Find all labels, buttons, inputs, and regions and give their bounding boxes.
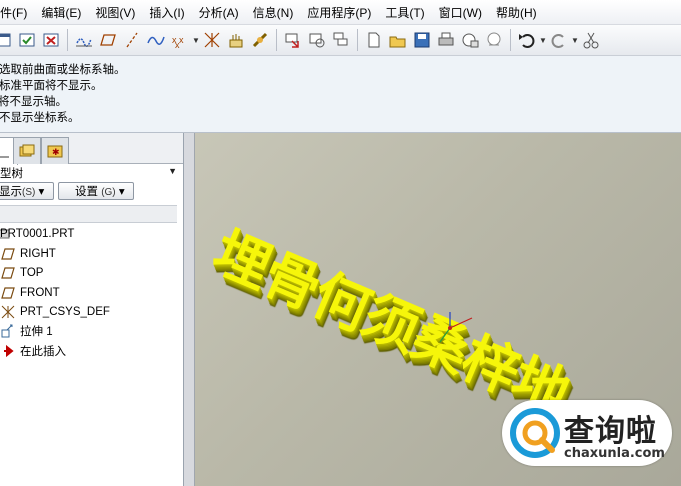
model-tree-title: 型树 [0, 168, 23, 180]
message-line: 将不显示轴。 [0, 96, 67, 108]
menu-insert[interactable]: 插入(I) [143, 4, 192, 21]
extruded-text-model[interactable]: 埋骨何须桑梓地 [202, 208, 582, 430]
tree-item-extrude[interactable]: 拉伸 1 [0, 322, 53, 340]
chevron-down-icon[interactable]: ▼ [168, 166, 177, 176]
message-line: 选取前曲面或坐标系轴。 [0, 64, 126, 76]
tree-item-label: FRONT [20, 287, 60, 299]
send-link-icon[interactable] [483, 29, 505, 51]
watermark-url: chaxunla.com [564, 446, 665, 461]
datum-plane-icon [0, 285, 16, 301]
tree-item-label: RIGHT [20, 248, 56, 260]
curve-display-icon[interactable] [145, 29, 167, 51]
watermark-logo: 查询啦 chaxunla.com [502, 400, 672, 466]
message-area: 选取前曲面或坐标系轴。 标准平面将不显示。 将不显示轴。 不显示坐标系。 [0, 56, 681, 133]
toolbar: x xx ▼ ▼ ▼ [0, 25, 681, 56]
svg-text:x: x [175, 40, 180, 49]
tree-item-insert-here[interactable]: 在此插入 [0, 342, 66, 360]
settings-button[interactable]: 设置 (G) ▾ [58, 182, 134, 200]
undo-icon[interactable] [516, 29, 538, 51]
menu-window[interactable]: 窗口(W) [433, 4, 490, 21]
tree-item-label: 在此插入 [20, 346, 66, 358]
message-line: 不显示坐标系。 [0, 112, 80, 124]
close-window-icon[interactable] [40, 29, 62, 51]
redo-dropdown-icon[interactable]: ▼ [571, 29, 579, 51]
toolbar-separator [67, 29, 68, 51]
toolbar-separator [276, 29, 277, 51]
magnifier-logo-icon [510, 408, 560, 458]
menu-bar: 件(F) 编辑(E) 视图(V) 插入(I) 分析(A) 信息(N) 应用程序(… [0, 0, 681, 25]
svg-text:✱: ✱ [52, 147, 60, 157]
watermark-name: 查询啦 [564, 414, 657, 449]
extrude-icon [0, 323, 16, 339]
csys-display-icon[interactable] [201, 29, 223, 51]
redo-icon[interactable] [548, 29, 570, 51]
navigator-tabs: ✱ [0, 133, 183, 165]
coordinate-system-icon [0, 304, 16, 320]
settings-button-label: 设置 [75, 186, 98, 198]
open-folder-icon[interactable] [387, 29, 409, 51]
tree-item-right[interactable]: RIGHT [0, 245, 56, 263]
menu-analysis[interactable]: 分析(A) [193, 4, 247, 21]
show-button-key: (S) [22, 187, 36, 198]
menu-edit[interactable]: 编辑(E) [35, 4, 89, 21]
tree-item-label: 拉伸 1 [20, 326, 53, 338]
message-line: 标准平面将不显示。 [0, 80, 103, 92]
tree-column-header [0, 205, 177, 223]
dropdown-arrow-icon[interactable]: ▼ [192, 29, 200, 51]
undo-dropdown-icon[interactable]: ▼ [539, 29, 547, 51]
toolbar-separator [510, 29, 511, 51]
axis-display-icon[interactable] [121, 29, 143, 51]
coordinate-system-icon [439, 312, 473, 343]
saved-views-icon[interactable] [306, 29, 328, 51]
print-icon[interactable] [435, 29, 457, 51]
menu-tools[interactable]: 工具(T) [379, 4, 432, 21]
send-mail-icon[interactable] [459, 29, 481, 51]
tree-item-label: TOP [20, 267, 44, 279]
point-display-icon[interactable]: x xx [169, 29, 191, 51]
datum-plane-icon [0, 246, 16, 262]
datum-plane-icon [0, 265, 16, 281]
annotation-display-icon[interactable] [225, 29, 247, 51]
spin-center-icon[interactable] [249, 29, 271, 51]
cut-icon[interactable] [580, 29, 602, 51]
tree-item-csys[interactable]: PRT_CSYS_DEF [0, 303, 110, 321]
toolbar-separator [357, 29, 358, 51]
layers-icon[interactable] [330, 29, 352, 51]
menu-info[interactable]: 信息(N) [247, 4, 302, 21]
tab-favorites[interactable]: ✱ [41, 137, 69, 164]
window-icon[interactable] [0, 29, 14, 51]
activate-window-icon[interactable] [16, 29, 38, 51]
show-button[interactable]: 显示(S) ▾ [0, 182, 54, 200]
view-orient-icon[interactable] [282, 29, 304, 51]
insert-here-arrow-icon [0, 343, 16, 359]
tree-button-row: 显示(S) ▾ 设置 (G) ▾ [0, 182, 183, 202]
menu-file[interactable]: 件(F) [0, 4, 35, 21]
tree-item-top[interactable]: TOP [0, 264, 43, 282]
save-icon[interactable] [411, 29, 433, 51]
tree-item-part[interactable]: PRT0001.PRT [0, 225, 74, 243]
navigator-panel: ✱ 型树 ▼ 显示(S) ▾ 设置 (G) ▾ PRT0001.PRT RIGH… [0, 133, 184, 486]
new-file-icon[interactable] [363, 29, 385, 51]
graphics-left-border [184, 133, 195, 486]
menu-view[interactable]: 视图(V) [89, 4, 143, 21]
tab-folder-browser[interactable] [13, 137, 41, 164]
tree-item-label: PRT_CSYS_DEF [20, 306, 110, 318]
tree-item-label: PRT0001.PRT [0, 228, 75, 240]
settings-button-key: (G) [101, 187, 116, 198]
tree-item-front[interactable]: FRONT [0, 284, 60, 302]
menu-help[interactable]: 帮助(H) [490, 4, 545, 21]
menu-applications[interactable]: 应用程序(P) [301, 4, 379, 21]
plane-display-icon[interactable] [97, 29, 119, 51]
datum-display-icon[interactable] [73, 29, 95, 51]
show-button-label: 显示 [0, 186, 22, 198]
